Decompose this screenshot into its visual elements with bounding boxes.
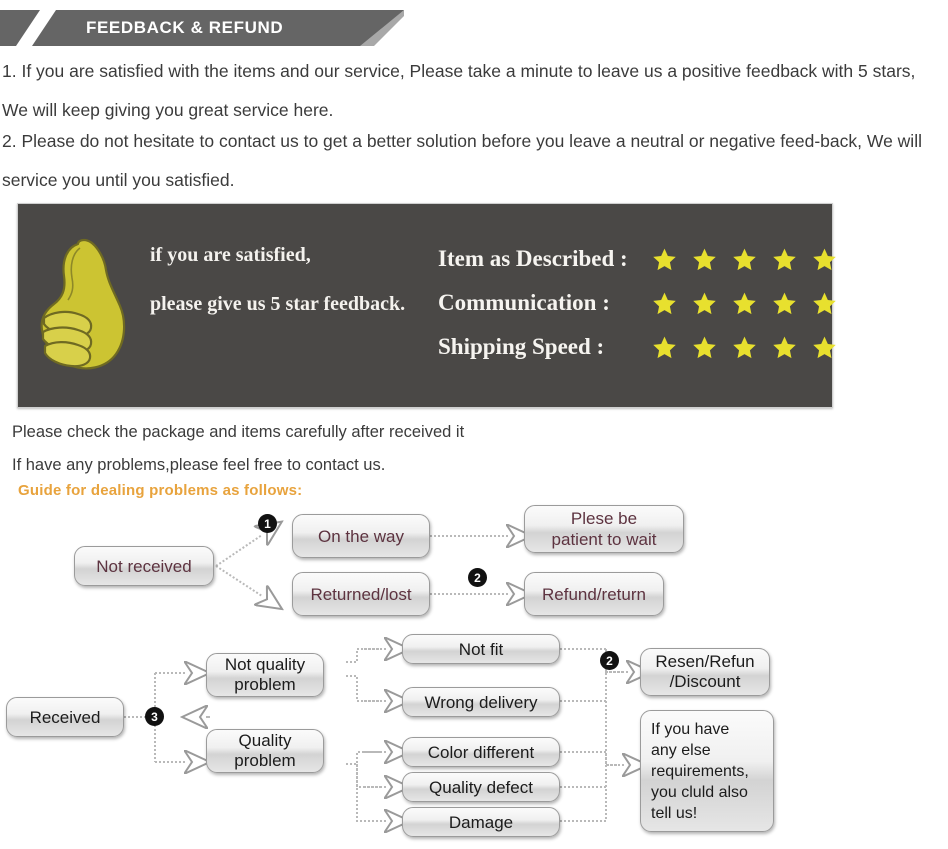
package-check-note: Please check the package and items caref… (12, 423, 465, 441)
flow-node-not-quality-problem[interactable]: Not quality problem (206, 653, 324, 697)
flow-badge-3: 3 (145, 707, 164, 726)
not-quality-line-1: Not quality (224, 655, 306, 674)
contact-note: If have any problems,please feel free to… (12, 456, 386, 474)
star-icon (733, 292, 756, 314)
not-quality-line-2: problem (234, 675, 296, 694)
flow-node-resend-refund-discount[interactable]: Resen/Refun /Discount (640, 648, 770, 696)
flow-node-please-be-patient[interactable]: Plese be patient to wait (524, 505, 684, 553)
quality-line-1: Quality (238, 731, 292, 750)
patient-line-1: Plese be (570, 509, 638, 528)
flow-node-received[interactable]: Received (6, 697, 124, 737)
star-icon (693, 292, 716, 314)
resend-line-2: /Discount (669, 672, 741, 691)
star-icon (653, 336, 676, 358)
star-icon (693, 248, 716, 270)
rating-stars (652, 247, 837, 272)
flow-node-reason-damage[interactable]: Damage (402, 807, 560, 837)
rating-label: Communication : (438, 290, 610, 315)
rating-label: Item as Described : (438, 246, 628, 271)
panel-message-line-1: if you are satisfied, (150, 244, 311, 266)
flow-node-reason-wrong-delivery[interactable]: Wrong delivery (402, 687, 560, 717)
banner-title: FEEDBACK & REFUND (86, 18, 284, 37)
else-requirements-line-4: you cluld also (651, 783, 748, 801)
star-icon (693, 336, 716, 358)
flow-node-any-else-requirements[interactable]: If you have any else requirements, you clul… (640, 710, 774, 832)
else-requirements-line-5: tell us! (651, 804, 698, 822)
flow-badge-1: 1 (258, 514, 277, 533)
flow-node-reason-quality-defect[interactable]: Quality defect (402, 772, 560, 802)
guide-heading: Guide for dealing problems as follows: (18, 482, 303, 499)
flow-badge-2-bottom: 2 (600, 651, 619, 670)
flow-node-reason-color-different[interactable]: Color different (402, 737, 560, 767)
star-icon (773, 336, 796, 358)
flow-node-not-received[interactable]: Not received (74, 546, 214, 586)
panel-message-line-2: please give us 5 star feedback. (150, 293, 406, 315)
rating-row: Communication : (438, 281, 837, 325)
flow-node-reason-not-fit[interactable]: Not fit (402, 634, 560, 664)
star-icon (653, 292, 676, 314)
rating-row: Shipping Speed : (438, 325, 837, 369)
quality-line-2: problem (234, 751, 296, 770)
star-icon (653, 248, 676, 270)
rating-row: Item as Described : (438, 237, 837, 281)
feedback-rating-panel: if you are satisfied, please give us 5 s… (17, 203, 836, 408)
feedback-refund-banner: FEEDBACK & REFUND (0, 10, 404, 46)
else-requirements-line-1: If you have (651, 720, 730, 738)
star-icon (813, 292, 836, 314)
star-icon (813, 248, 836, 270)
flow-node-refund-return[interactable]: Refund/return (524, 572, 664, 616)
rating-label: Shipping Speed : (438, 334, 605, 359)
star-icon (773, 248, 796, 270)
flow-badge-2-top: 2 (468, 568, 487, 587)
resend-line-1: Resen/Refun (655, 652, 755, 671)
star-icon (813, 336, 836, 358)
rating-stars (652, 291, 837, 316)
intro-paragraph-1: 1. If you are satisfied with the items a… (2, 61, 916, 120)
flow-node-on-the-way[interactable]: On the way (292, 514, 430, 558)
panel-message: if you are satisfied, please give us 5 s… (150, 244, 420, 342)
star-icon (733, 248, 756, 270)
else-requirements-line-2: any else (651, 741, 711, 759)
flow-node-quality-problem[interactable]: Quality problem (206, 729, 324, 773)
rating-list: Item as Described : Communication : Shippi… (438, 237, 837, 369)
patient-line-2: patient to wait (551, 530, 657, 549)
intro-paragraph-2: 2. Please do not hesitate to contact us … (2, 131, 922, 190)
star-icon (773, 292, 796, 314)
else-requirements-line-3: requirements, (651, 762, 749, 780)
flow-node-returned-lost[interactable]: Returned/lost (292, 572, 430, 616)
thumbs-up-icon (40, 238, 126, 370)
rating-stars (652, 335, 837, 360)
star-icon (733, 336, 756, 358)
